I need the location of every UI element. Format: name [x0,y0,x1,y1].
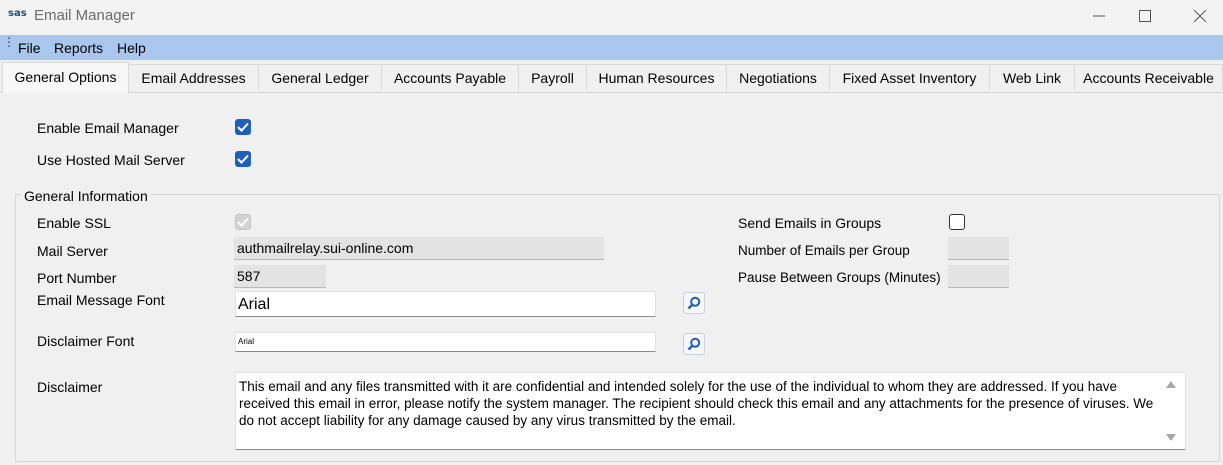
tab-negotiations[interactable]: Negotiations [727,64,830,91]
email-message-font-input[interactable]: Arial [235,291,656,317]
scroll-down-icon[interactable] [1166,434,1176,441]
maximize-button[interactable] [1122,0,1168,32]
tab-payroll[interactable]: Payroll [519,64,587,91]
menu-help[interactable]: Help [117,40,146,56]
tab-general-options[interactable]: General Options [2,62,129,93]
emails-per-group-field[interactable] [948,237,1009,260]
tab-accounts-payable[interactable]: Accounts Payable [382,64,519,91]
tab-web-link[interactable]: Web Link [990,64,1075,91]
disclaimer-text: This email and any files transmitted wit… [239,379,1154,428]
tab-strip: General Options Email Addresses General … [0,62,1223,93]
enable-email-manager-checkbox[interactable] [235,119,251,135]
check-icon [237,217,249,227]
close-button[interactable] [1177,0,1223,32]
disclaimer-label: Disclaimer [37,379,103,395]
menu-bar: ⋮ File Reports Help [0,35,1223,60]
minimize-icon [1093,15,1105,17]
menu-file[interactable]: File [18,40,41,56]
send-emails-in-groups-checkbox[interactable] [949,214,965,230]
tab-email-addresses[interactable]: Email Addresses [129,64,259,91]
title-bar: sas Email Manager [0,0,1223,33]
port-number-label: Port Number [37,270,117,286]
disclaimer-font-label: Disclaimer Font [37,333,135,349]
pause-between-groups-field[interactable] [948,265,1009,288]
email-message-font-label: Email Message Font [37,292,165,308]
window-title: Email Manager [34,7,135,24]
port-number-field[interactable]: 587 [234,265,326,288]
use-hosted-mail-server-checkbox[interactable] [235,151,251,167]
disclaimer-textarea[interactable]: This email and any files transmitted wit… [235,372,1186,450]
minimize-button[interactable] [1076,0,1122,32]
check-icon [237,122,249,132]
menu-grip-icon: ⋮ [3,35,15,49]
scroll-up-icon[interactable] [1166,381,1176,388]
disclaimer-font-lookup-button[interactable] [683,333,705,355]
use-hosted-mail-server-label: Use Hosted Mail Server [37,152,185,168]
enable-email-manager-label: Enable Email Manager [37,120,179,136]
tab-human-resources[interactable]: Human Resources [587,64,727,91]
search-icon [687,337,701,351]
mail-server-field[interactable]: authmailrelay.sui-online.com [234,237,604,260]
general-information-title: General Information [21,188,151,204]
app-logo: sas [8,8,27,19]
disclaimer-font-input[interactable]: Arial [235,332,656,352]
enable-ssl-checkbox[interactable] [235,214,251,230]
tab-accounts-receivable[interactable]: Accounts Receivable [1075,64,1223,91]
check-icon [237,154,249,164]
close-icon [1194,10,1206,22]
enable-ssl-label: Enable SSL [37,215,111,231]
email-message-font-lookup-button[interactable] [683,292,705,314]
search-icon [687,296,701,310]
pause-between-groups-label: Pause Between Groups (Minutes) [738,270,941,285]
tab-general-ledger[interactable]: General Ledger [259,64,382,91]
send-emails-in-groups-label: Send Emails in Groups [738,215,882,231]
mail-server-label: Mail Server [37,243,108,259]
emails-per-group-label: Number of Emails per Group [738,243,910,258]
menu-reports[interactable]: Reports [54,40,103,56]
tab-fixed-asset-inventory[interactable]: Fixed Asset Inventory [830,64,990,91]
maximize-icon [1139,10,1151,22]
